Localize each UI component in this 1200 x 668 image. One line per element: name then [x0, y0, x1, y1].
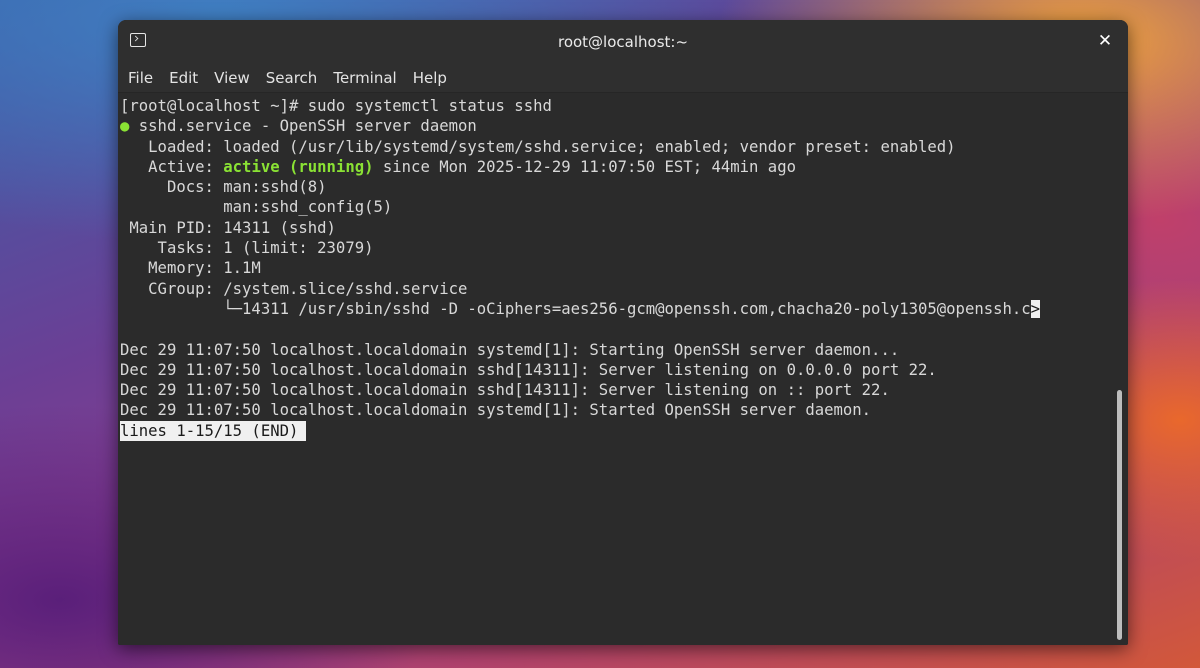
title-bar: root@localhost:~ ✕ — [118, 20, 1128, 64]
menu-terminal[interactable]: Terminal — [325, 69, 404, 87]
terminal-line: Dec 29 11:07:50 localhost.localdomain ss… — [120, 381, 890, 400]
active-status: active (running) — [223, 157, 374, 176]
terminal-line: Active: active (running) since Mon 2025-… — [120, 157, 796, 176]
window-title: root@localhost:~ — [557, 33, 689, 51]
terminal-line: CGroup: /system.slice/sshd.service — [120, 279, 468, 298]
pager-status: lines 1-15/15 (END) — [120, 420, 307, 442]
close-icon[interactable]: ✕ — [1096, 31, 1114, 51]
menu-bar: File Edit View Search Terminal Help — [118, 64, 1128, 93]
terminal-line: Tasks: 1 (limit: 23079) — [120, 239, 374, 258]
terminal-line: Docs: man:sshd(8) — [120, 178, 327, 197]
menu-search[interactable]: Search — [258, 69, 326, 87]
terminal-line: [root@localhost ~]# sudo systemctl statu… — [120, 97, 552, 115]
menu-file[interactable]: File — [120, 69, 161, 87]
terminal-line: Dec 29 11:07:50 localhost.localdomain ss… — [120, 360, 937, 379]
pager-line: lines 1-15/15 (END) — [120, 420, 1128, 442]
terminal-line: ● sshd.service - OpenSSH server daemon — [120, 117, 477, 136]
truncation-marker: > — [1030, 299, 1041, 318]
terminal-line: Dec 29 11:07:50 localhost.localdomain sy… — [120, 340, 900, 359]
menu-help[interactable]: Help — [405, 69, 455, 87]
scrollbar-thumb[interactable] — [1117, 390, 1122, 640]
menu-view[interactable]: View — [206, 69, 258, 87]
terminal-icon[interactable] — [130, 33, 146, 47]
menu-edit[interactable]: Edit — [161, 69, 206, 87]
terminal-line: man:sshd_config(5) — [120, 198, 393, 217]
status-dot-icon: ● — [120, 117, 139, 136]
terminal-line: Dec 29 11:07:50 localhost.localdomain sy… — [120, 401, 872, 420]
terminal-line: Loaded: loaded (/usr/lib/systemd/system/… — [120, 137, 956, 156]
terminal-line: └─14311 /usr/sbin/sshd -D -oCiphers=aes2… — [120, 299, 1041, 318]
terminal-line: Main PID: 14311 (sshd) — [120, 218, 336, 237]
terminal-window: root@localhost:~ ✕ File Edit View Search… — [118, 20, 1128, 645]
terminal-output[interactable]: [root@localhost ~]# sudo systemctl statu… — [118, 93, 1128, 645]
terminal-line: Memory: 1.1M — [120, 259, 261, 278]
